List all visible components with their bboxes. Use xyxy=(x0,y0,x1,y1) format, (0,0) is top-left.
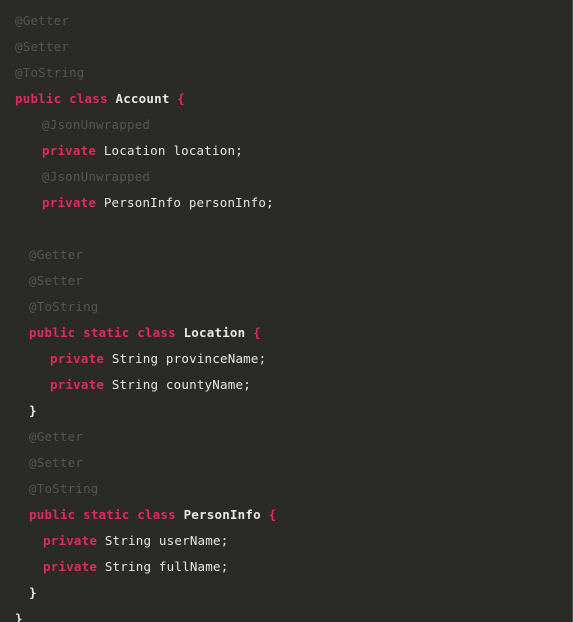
code-line[interactable]: @JsonUnwrapped xyxy=(0,112,572,138)
code-token: public xyxy=(29,325,76,340)
code-token: private xyxy=(50,351,105,366)
code-line[interactable]: public static class PersonInfo { xyxy=(0,502,572,528)
code-token: } xyxy=(29,403,37,418)
code-token: Location xyxy=(103,143,166,158)
code-token: PersonInfo xyxy=(183,507,261,522)
code-token: String xyxy=(104,533,152,548)
code-token: @JsonUnwrapped xyxy=(42,169,151,184)
code-token: @Setter xyxy=(29,455,84,470)
code-line[interactable]: private String countyName; xyxy=(0,372,572,398)
code-line[interactable]: } xyxy=(0,398,572,424)
code-line[interactable]: @ToString xyxy=(0,476,572,502)
code-line[interactable]: private PersonInfo personInfo; xyxy=(0,190,572,216)
code-token: public xyxy=(29,507,76,522)
code-token: private xyxy=(42,143,97,158)
code-line[interactable]: @Getter xyxy=(0,424,572,450)
code-token: Location xyxy=(183,325,246,340)
code-token: @Getter xyxy=(29,429,84,444)
code-token: static xyxy=(83,507,130,522)
code-line[interactable]: @ToString xyxy=(0,294,572,320)
code-line[interactable]: private Location location; xyxy=(0,138,572,164)
code-line[interactable]: } xyxy=(0,606,572,622)
code-token: private xyxy=(42,195,97,210)
code-token: @Getter xyxy=(15,13,70,28)
code-token: String xyxy=(111,377,159,392)
code-line[interactable]: @Setter xyxy=(0,268,572,294)
code-token: private xyxy=(50,377,105,392)
code-token: location xyxy=(173,143,236,158)
code-token: { xyxy=(268,507,277,522)
code-line[interactable]: @Setter xyxy=(0,450,572,476)
code-token: @Setter xyxy=(29,273,84,288)
code-token: personInfo xyxy=(188,195,267,210)
code-token: @ToString xyxy=(15,65,85,80)
code-line[interactable]: public class Account { xyxy=(0,86,572,112)
code-line[interactable]: @Getter xyxy=(0,242,572,268)
source-code-block[interactable]: @Getter @Setter @ToString public class Acco… xyxy=(0,8,572,622)
code-line[interactable]: @JsonUnwrapped xyxy=(0,164,572,190)
code-token: @JsonUnwrapped xyxy=(42,117,151,132)
code-token: ; xyxy=(220,559,229,574)
code-token: @ToString xyxy=(29,299,99,314)
code-token: ; xyxy=(266,195,274,210)
code-token: ; xyxy=(235,143,243,158)
code-token: } xyxy=(29,585,37,600)
code-token: ; xyxy=(243,377,251,392)
code-token: ; xyxy=(258,351,267,366)
code-line[interactable]: @Setter xyxy=(0,34,572,60)
code-token: class xyxy=(137,507,176,522)
code-token: countyName xyxy=(165,377,244,392)
code-token: class xyxy=(69,91,108,106)
code-token: { xyxy=(177,91,186,106)
code-line[interactable] xyxy=(0,216,572,242)
code-token: public xyxy=(15,91,62,106)
code-line[interactable]: } xyxy=(0,580,572,606)
code-line[interactable]: private String provinceName; xyxy=(0,346,572,372)
code-token: String xyxy=(111,351,159,366)
code-token: { xyxy=(253,325,261,340)
code-token: String xyxy=(104,559,152,574)
code-token: private xyxy=(43,559,98,574)
code-token: fullName xyxy=(158,559,221,574)
code-line[interactable]: private String userName; xyxy=(0,528,572,554)
code-token: Account xyxy=(115,91,170,106)
code-token: @Getter xyxy=(29,247,84,262)
code-token: static xyxy=(83,325,130,340)
code-token: @Setter xyxy=(15,39,70,54)
code-token: class xyxy=(137,325,176,340)
code-token: PersonInfo xyxy=(103,195,182,210)
code-token: userName xyxy=(158,533,221,548)
code-line[interactable]: @Getter xyxy=(0,8,572,34)
code-token: ; xyxy=(220,533,229,548)
code-token: } xyxy=(15,611,23,622)
code-line[interactable]: @ToString xyxy=(0,60,572,86)
code-token: private xyxy=(43,533,98,548)
code-token: provinceName xyxy=(165,351,259,366)
code-editor-viewport[interactable]: @Getter @Setter @ToString public class Acco… xyxy=(0,0,573,622)
code-line[interactable]: private String fullName; xyxy=(0,554,572,580)
code-line[interactable]: public static class Location { xyxy=(0,320,572,346)
code-token: @ToString xyxy=(29,481,99,496)
